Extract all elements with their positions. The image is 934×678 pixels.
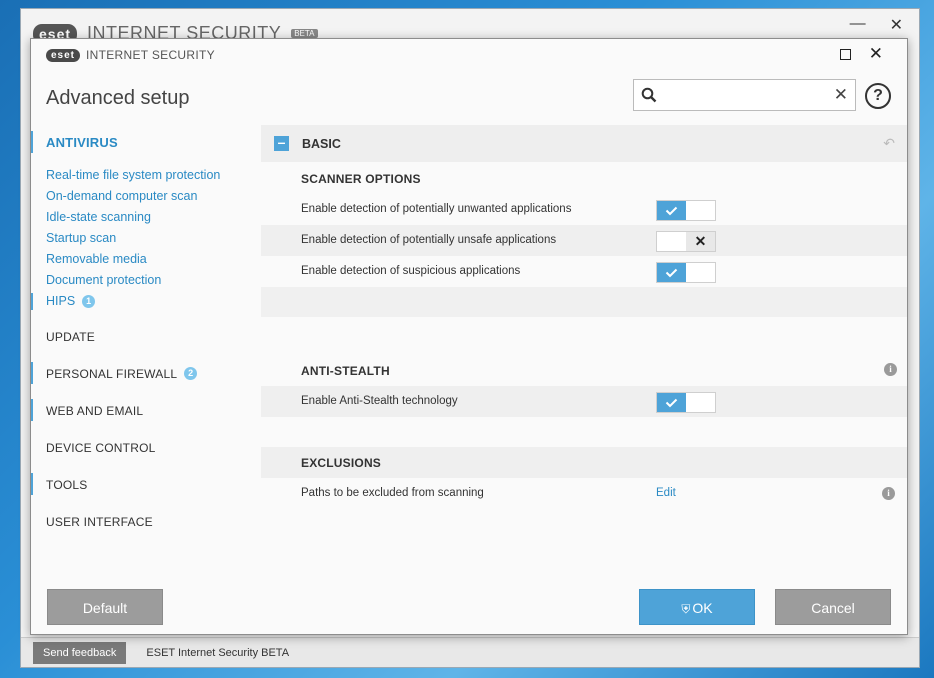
hips-badge: 1 [82, 295, 96, 308]
check-icon [657, 393, 686, 412]
sidebar-section-label: UPDATE [46, 329, 95, 344]
sidebar: ANTIVIRUS Real-time file system protecti… [31, 124, 259, 540]
setting-row: Paths to be excluded from scanning Edit … [261, 478, 907, 509]
sidebar-item-label: HIPS [46, 294, 76, 308]
setting-row: Enable detection of potentially unsafe a… [261, 225, 907, 256]
edit-exclusions-link[interactable]: Edit [656, 487, 676, 499]
x-icon: ✕ [686, 232, 715, 251]
setting-row: Enable Anti-Stealth technology [261, 386, 907, 417]
setting-row: Enable detection of potentially unwanted… [261, 194, 907, 225]
sidebar-section-label: DEVICE CONTROL [46, 440, 156, 455]
sidebar-section-antivirus[interactable]: ANTIVIRUS [31, 124, 259, 161]
ok-button[interactable]: ⛨ OK [639, 589, 755, 625]
background-close-icon[interactable]: ✕ [890, 15, 903, 35]
toggle-switch-on[interactable] [656, 200, 716, 221]
help-icon[interactable]: ? [865, 83, 891, 109]
section-spacer [261, 287, 907, 317]
dialog-logo-wrap: eset INTERNET SECURITY [46, 48, 215, 62]
toggle-switch-off[interactable]: ✕ [656, 231, 716, 252]
sidebar-section-web-and-email[interactable]: WEB AND EMAIL [31, 392, 259, 429]
info-icon[interactable]: i [884, 363, 897, 376]
sidebar-section-label: WEB AND EMAIL [46, 403, 144, 418]
sidebar-section-label: ANTIVIRUS [46, 135, 118, 150]
exclusions-header-row: EXCLUSIONS [261, 447, 907, 478]
ok-button-label: OK [692, 600, 713, 616]
firewall-badge: 2 [184, 367, 198, 380]
sidebar-item-removable-media[interactable]: Removable media [46, 249, 259, 270]
section-title: BASIC [302, 136, 341, 151]
setting-label: Enable detection of potentially unsafe a… [301, 234, 557, 246]
sidebar-section-update[interactable]: UPDATE [31, 318, 259, 355]
shield-icon: ⛨ [681, 602, 691, 616]
setting-label: Paths to be excluded from scanning [301, 487, 484, 499]
sidebar-item-realtime-protection[interactable]: Real-time file system protection [46, 165, 259, 186]
sidebar-section-personal-firewall[interactable]: PERSONAL FIREWALL 2 [31, 355, 259, 392]
antivirus-subitems: Real-time file system protection On-dema… [31, 165, 259, 312]
sidebar-section-tools[interactable]: TOOLS [31, 466, 259, 503]
setting-label: Enable Anti-Stealth technology [301, 395, 458, 407]
background-minimize-icon[interactable]: — [850, 15, 866, 35]
exclusions-title: EXCLUSIONS [301, 456, 382, 470]
scanner-options-title: SCANNER OPTIONS [301, 172, 421, 186]
setting-label: Enable detection of suspicious applicati… [301, 265, 521, 277]
sidebar-section-device-control[interactable]: DEVICE CONTROL [31, 429, 259, 466]
collapse-icon[interactable]: – [274, 135, 289, 151]
cancel-button[interactable]: Cancel [775, 589, 891, 625]
sidebar-item-startup-scan[interactable]: Startup scan [46, 228, 259, 249]
dialog-titlebar: eset INTERNET SECURITY ✕ [31, 39, 907, 71]
check-icon [657, 201, 686, 220]
settings-panel: – BASIC ↶ SCANNER OPTIONS Enable detecti… [261, 125, 909, 595]
setting-row: Enable detection of suspicious applicati… [261, 256, 907, 287]
background-status-bar: Send feedback ESET Internet Security BET… [21, 637, 919, 667]
check-icon [657, 263, 686, 282]
basic-section-header[interactable]: – BASIC ↶ [261, 125, 907, 162]
sidebar-item-document-protection[interactable]: Document protection [46, 270, 259, 291]
revert-icon[interactable]: ↶ [883, 135, 895, 152]
sidebar-item-idle-state-scanning[interactable]: Idle-state scanning [46, 207, 259, 228]
search-input[interactable] [662, 85, 832, 105]
default-button[interactable]: Default [47, 589, 163, 625]
sidebar-item-on-demand-scan[interactable]: On-demand computer scan [46, 186, 259, 207]
sidebar-section-label: USER INTERFACE [46, 514, 153, 529]
setting-label: Enable detection of potentially unwanted… [301, 203, 572, 215]
toggle-switch-on[interactable] [656, 262, 716, 283]
background-status-text: ESET Internet Security BETA [146, 646, 290, 659]
sidebar-section-label: TOOLS [46, 477, 88, 492]
close-icon[interactable]: ✕ [869, 44, 883, 64]
advanced-setup-dialog: eset INTERNET SECURITY ✕ Advanced setup … [30, 38, 908, 635]
search-icon [641, 87, 657, 108]
anti-stealth-title: ANTI-STEALTH [301, 364, 390, 378]
sidebar-section-user-interface[interactable]: USER INTERFACE [31, 503, 259, 540]
sidebar-section-label: PERSONAL FIREWALL [46, 366, 178, 381]
search-field[interactable]: ✕ [633, 79, 856, 111]
toggle-switch-on[interactable] [656, 392, 716, 413]
sidebar-item-hips[interactable]: HIPS 1 [31, 291, 259, 312]
page-title: Advanced setup [46, 87, 190, 109]
maximize-icon[interactable] [840, 49, 851, 60]
background-window-controls: — ✕ [850, 15, 903, 35]
info-icon[interactable]: i [882, 487, 895, 500]
clear-search-icon[interactable]: ✕ [834, 85, 848, 105]
dialog-app-name: INTERNET SECURITY [86, 48, 215, 62]
eset-logo: eset [46, 48, 81, 62]
background-beta-badge: BETA [291, 29, 318, 38]
send-feedback-button[interactable]: Send feedback [33, 641, 127, 664]
